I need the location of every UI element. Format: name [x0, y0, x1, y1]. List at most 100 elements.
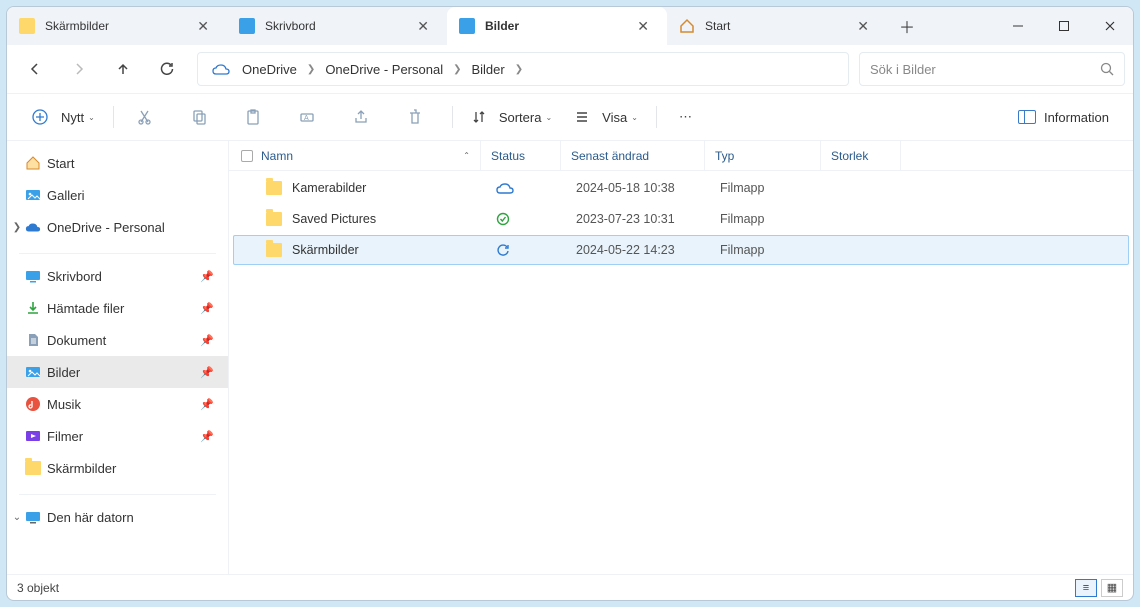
col-modified[interactable]: Senast ändrad — [561, 141, 705, 170]
sidebar-item-dokument[interactable]: Dokument 📌 — [7, 324, 228, 356]
col-type[interactable]: Typ — [705, 141, 821, 170]
forward-button[interactable] — [59, 51, 99, 87]
sidebar-item-label: Den här datorn — [47, 510, 134, 525]
column-headers: Namn ⌃ Status Senast ändrad Typ Storlek — [229, 141, 1133, 171]
tab-label: Bilder — [485, 19, 519, 33]
tab-bilder[interactable]: Bilder ✕ — [447, 7, 667, 45]
chevron-right-icon[interactable]: ❯ — [449, 64, 465, 75]
cut-button[interactable] — [128, 102, 168, 132]
file-modified: 2023-07-23 10:31 — [576, 212, 675, 226]
details-view-button[interactable]: ≡ — [1075, 579, 1097, 597]
information-button[interactable]: Information — [1008, 104, 1119, 131]
select-all-checkbox[interactable] — [241, 150, 253, 162]
tab-skrivbord[interactable]: Skrivbord ✕ — [227, 7, 447, 45]
titlebar: Skärmbilder ✕ Skrivbord ✕ Bilder ✕ Start… — [7, 7, 1133, 45]
sidebar-item-label: Skärmbilder — [47, 461, 116, 476]
file-type: Filmapp — [720, 181, 764, 195]
sidebar-item-skarmbilder[interactable]: Skärmbilder — [7, 452, 228, 484]
close-icon[interactable]: ✕ — [851, 16, 875, 37]
sidebar: Start Galleri ❯ OneDrive - Personal Skri… — [7, 141, 229, 574]
new-tab-button[interactable]: ＋ — [887, 7, 927, 45]
folder-icon — [25, 460, 41, 476]
tab-start[interactable]: Start ✕ — [667, 7, 887, 45]
cloud-status-icon — [496, 182, 556, 194]
icons-view-button[interactable]: ▦ — [1101, 579, 1123, 597]
tab-label: Skärmbilder — [45, 19, 109, 33]
status-bar: 3 objekt ≡ ▦ — [7, 574, 1133, 600]
table-row[interactable]: Skärmbilder 2024-05-22 14:23 Filmapp — [233, 235, 1129, 265]
tab-skarmbilder[interactable]: Skärmbilder ✕ — [7, 7, 227, 45]
sort-button[interactable]: Sortera ⌄ — [461, 103, 562, 131]
col-name[interactable]: Namn ⌃ — [229, 141, 481, 170]
computer-icon — [25, 509, 41, 525]
file-modified: 2024-05-18 10:38 — [576, 181, 675, 195]
close-icon[interactable]: ✕ — [631, 16, 655, 37]
nav-row: OneDrive ❯ OneDrive - Personal ❯ Bilder … — [7, 45, 1133, 93]
crumb-personal[interactable]: OneDrive - Personal — [319, 62, 449, 77]
sidebar-item-label: Hämtade filer — [47, 301, 124, 316]
new-label: Nytt — [61, 110, 84, 125]
share-button[interactable] — [344, 102, 384, 132]
crumb-onedrive[interactable]: OneDrive — [236, 62, 303, 77]
address-bar[interactable]: OneDrive ❯ OneDrive - Personal ❯ Bilder … — [197, 52, 849, 86]
document-icon — [25, 332, 41, 348]
copy-button[interactable] — [182, 102, 222, 132]
crumb-bilder[interactable]: Bilder — [465, 62, 510, 77]
new-button[interactable]: Nytt ⌄ — [21, 102, 105, 132]
gallery-icon — [25, 187, 41, 203]
rename-button[interactable]: A — [290, 102, 330, 132]
minimize-button[interactable] — [995, 7, 1041, 45]
sidebar-item-label: Filmer — [47, 429, 83, 444]
file-rows: Kamerabilder 2024-05-18 10:38 Filmapp Sa… — [229, 171, 1133, 574]
paste-button[interactable] — [236, 102, 276, 132]
back-button[interactable] — [15, 51, 55, 87]
chevron-right-icon[interactable]: ❯ — [9, 222, 25, 233]
chevron-right-icon[interactable]: ❯ — [511, 64, 527, 75]
pin-icon: 📌 — [200, 430, 214, 443]
view-label: Visa — [602, 110, 627, 125]
folder-icon — [266, 243, 282, 257]
sidebar-item-musik[interactable]: Musik 📌 — [7, 388, 228, 420]
delete-button[interactable] — [398, 102, 438, 132]
sort-asc-icon: ⌃ — [463, 151, 470, 160]
file-list-area: Namn ⌃ Status Senast ändrad Typ Storlek … — [229, 141, 1133, 574]
chevron-down-icon[interactable]: ⌄ — [9, 512, 25, 523]
file-type: Filmapp — [720, 243, 764, 257]
sidebar-item-filmer[interactable]: Filmer 📌 — [7, 420, 228, 452]
col-size[interactable]: Storlek — [821, 141, 901, 170]
sidebar-item-computer[interactable]: ⌄ Den här datorn — [7, 501, 228, 533]
folder-icon — [266, 181, 282, 195]
close-button[interactable] — [1087, 7, 1133, 45]
folder-icon — [19, 18, 35, 34]
close-icon[interactable]: ✕ — [411, 16, 435, 37]
pin-icon: 📌 — [200, 270, 214, 283]
chevron-right-icon[interactable]: ❯ — [303, 64, 319, 75]
toolbar: Nytt ⌄ A Sortera ⌄ Visa ⌄ ⋯ Information — [7, 93, 1133, 141]
view-button[interactable]: Visa ⌄ — [564, 103, 648, 131]
explorer-window: Skärmbilder ✕ Skrivbord ✕ Bilder ✕ Start… — [6, 6, 1134, 601]
more-button[interactable]: ⋯ — [671, 103, 700, 131]
pin-icon: 📌 — [200, 366, 214, 379]
close-icon[interactable]: ✕ — [191, 16, 215, 37]
sidebar-item-hamtade[interactable]: Hämtade filer 📌 — [7, 292, 228, 324]
file-name: Kamerabilder — [292, 181, 366, 195]
chevron-down-icon: ⌄ — [631, 113, 638, 122]
sidebar-item-start[interactable]: Start — [7, 147, 228, 179]
up-button[interactable] — [103, 51, 143, 87]
table-row[interactable]: Kamerabilder 2024-05-18 10:38 Filmapp — [233, 173, 1129, 203]
col-status[interactable]: Status — [481, 141, 561, 170]
home-icon — [679, 18, 695, 34]
search-input[interactable]: Sök i Bilder — [859, 52, 1125, 86]
maximize-button[interactable] — [1041, 7, 1087, 45]
sidebar-item-galleri[interactable]: Galleri — [7, 179, 228, 211]
sidebar-item-skrivbord[interactable]: Skrivbord 📌 — [7, 260, 228, 292]
pictures-icon — [25, 364, 41, 380]
svg-text:A: A — [304, 115, 309, 122]
refresh-button[interactable] — [147, 51, 187, 87]
sidebar-item-onedrive[interactable]: ❯ OneDrive - Personal — [7, 211, 228, 243]
sidebar-item-bilder[interactable]: Bilder 📌 — [7, 356, 228, 388]
table-row[interactable]: Saved Pictures 2023-07-23 10:31 Filmapp — [233, 204, 1129, 234]
tab-label: Skrivbord — [265, 19, 316, 33]
sort-label: Sortera — [499, 110, 542, 125]
search-icon — [1100, 62, 1114, 76]
